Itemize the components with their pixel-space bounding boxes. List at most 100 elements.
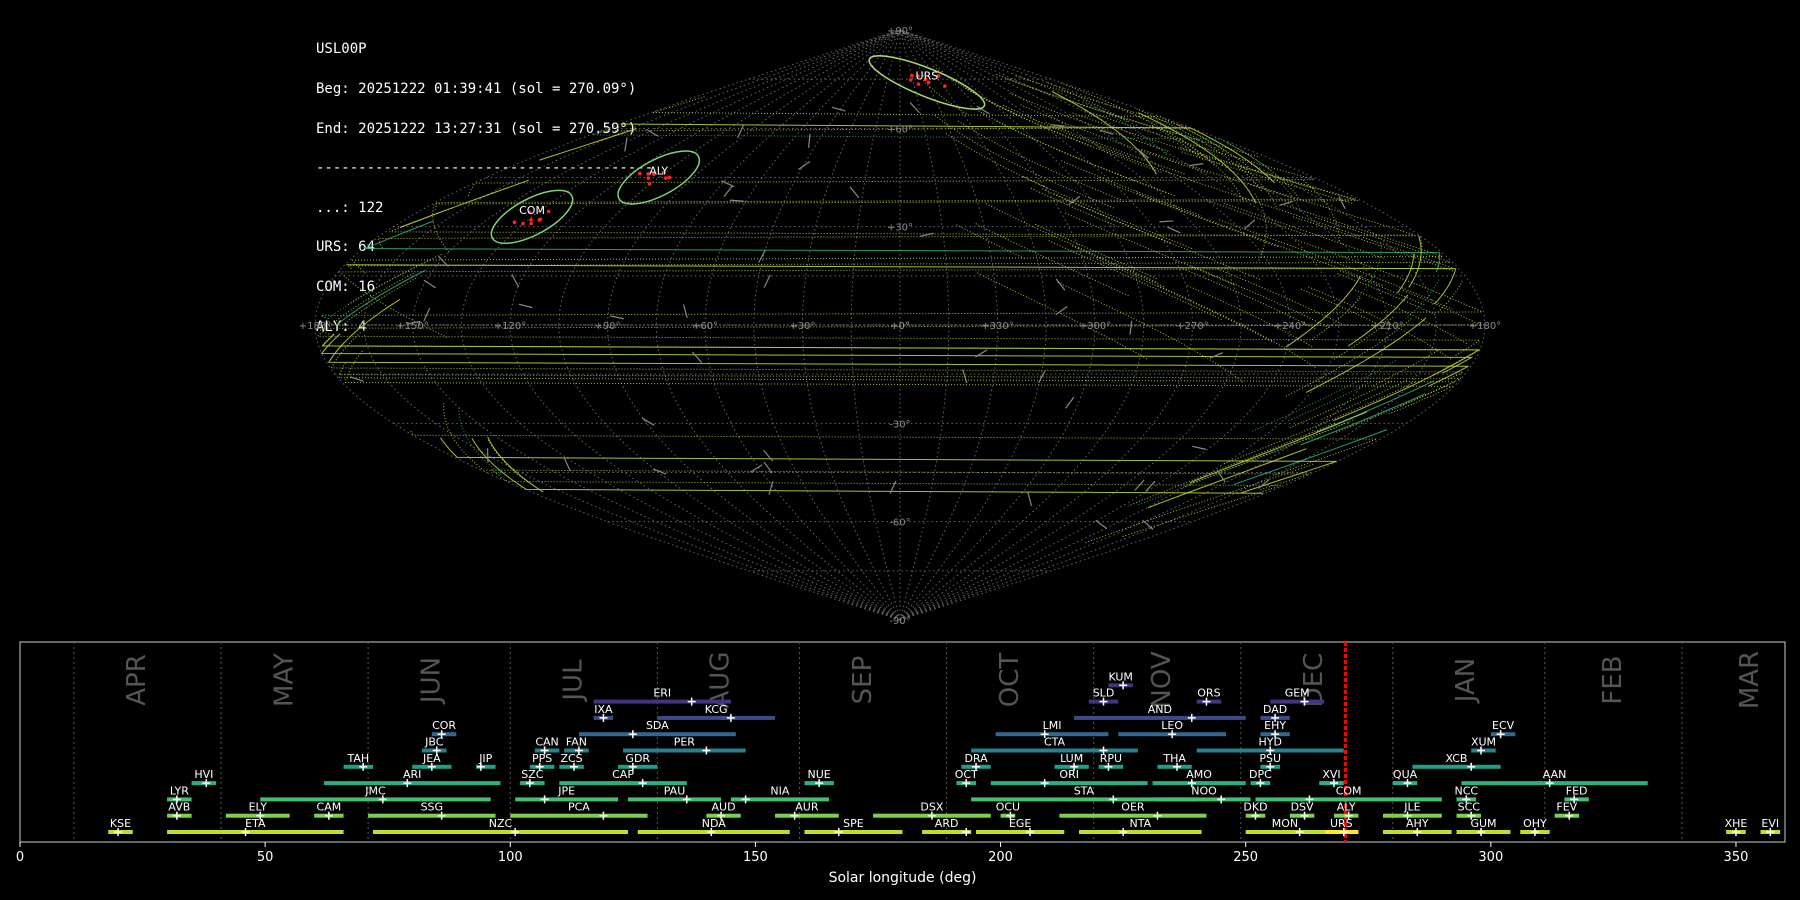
sporadic-meteor	[511, 274, 520, 288]
shower-label: NTA	[1129, 817, 1151, 830]
shower-label: SCC	[1458, 801, 1481, 814]
meteor-cluster-dot	[546, 209, 551, 214]
meteor-trail	[1084, 463, 1314, 544]
shower-label: PER	[674, 736, 696, 749]
lat-tick: -90°	[889, 616, 910, 627]
shower-label: NZC	[489, 817, 513, 830]
lon-tick: +150°	[396, 321, 428, 332]
shower-label: JBC	[424, 736, 444, 749]
shower-bar-amo	[1152, 781, 1246, 786]
sporadic-meteor	[831, 106, 846, 112]
shower-bar-jbc	[422, 748, 447, 753]
sporadic-meteor	[610, 315, 625, 320]
shower-label: FAN	[566, 736, 587, 749]
sporadic-meteor	[1209, 352, 1224, 359]
lon-tick: +330°	[981, 321, 1013, 332]
meteor-trail	[1060, 82, 1215, 166]
meteor-trail	[1437, 280, 1463, 313]
shower-radiants: URS ALY COM	[490, 55, 986, 245]
shower-label: FEV	[1556, 801, 1577, 814]
shower-bar-can	[534, 748, 560, 753]
month-label: DEC	[1299, 653, 1329, 708]
shower-label: ALY	[1337, 801, 1356, 814]
sporadic-meteor	[798, 161, 811, 170]
meteor-trail	[1136, 192, 1385, 287]
meteor-trail	[957, 120, 1122, 201]
meteor-cluster-dot	[916, 82, 921, 86]
shower-label: SSG	[421, 801, 444, 814]
shower-label: TAH	[346, 752, 369, 765]
month-label: MAR	[1735, 651, 1765, 709]
shower-bar-tah	[343, 764, 373, 769]
lon-tick: +0°	[890, 321, 910, 332]
shower-bar-ehy	[1260, 732, 1290, 737]
meteor-trail	[1354, 241, 1382, 302]
shower-bar-xvi	[1319, 781, 1344, 786]
shower-bar-nue	[804, 781, 834, 786]
shower-label: STA	[1074, 784, 1095, 797]
shower-label: AAN	[1543, 768, 1567, 781]
shower-label: PAU	[664, 784, 686, 797]
shower-bar-xcb	[1412, 764, 1501, 769]
shower-bar-nda	[637, 830, 790, 834]
shower-bar-hvi	[191, 781, 217, 786]
shower-label: GDR	[625, 752, 650, 765]
meteor-trail	[945, 132, 1048, 189]
shower-label: CTA	[1044, 736, 1066, 749]
shower-bar-dkd	[1245, 813, 1266, 818]
shower-label: XCB	[1446, 752, 1468, 765]
shower-label: DSV	[1291, 801, 1314, 814]
shower-bar-ard	[922, 830, 972, 834]
meteor-trail	[985, 203, 1159, 284]
shower-label: ETA	[245, 817, 266, 830]
meteor-cluster-dot	[537, 218, 542, 222]
shower-bar-ncc	[1456, 797, 1477, 802]
shower-bar-pps	[529, 764, 555, 769]
shower-label: AND	[1148, 703, 1172, 716]
month-label: NOV	[1147, 651, 1177, 708]
meteor-trail	[1187, 285, 1314, 348]
shower-bar-fed	[1564, 797, 1589, 802]
lat-tick: +60°	[887, 124, 913, 135]
meteor-trail	[970, 105, 1176, 197]
month-label: AUG	[706, 652, 736, 709]
shower-bar-gem	[1270, 699, 1325, 704]
shower-bar-jip	[475, 764, 496, 769]
meteor-trail	[1408, 236, 1422, 288]
meteor-trail	[956, 224, 1026, 260]
month-label: JUN	[416, 657, 446, 705]
shower-label: EVI	[1761, 817, 1779, 830]
shower-label: DPC	[1249, 768, 1272, 781]
shower-bar-eta	[167, 830, 344, 834]
lon-tick: +180°	[1469, 321, 1501, 332]
radiant-label: URS	[916, 69, 939, 82]
lon-tick: +210°	[1371, 321, 1403, 332]
shower-label: LEO	[1161, 719, 1183, 732]
shower-bar-sda	[578, 732, 736, 737]
shower-bar-ahy	[1382, 830, 1452, 834]
sporadic-meteor	[1055, 278, 1066, 291]
shower-bar-psu	[1260, 764, 1281, 769]
sporadic-meteor	[729, 199, 744, 202]
meteor-trail	[1405, 279, 1440, 320]
sporadic-meteor	[423, 279, 437, 289]
sporadic-meteor	[1338, 196, 1346, 210]
shower-label: JLE	[1403, 801, 1420, 814]
meteor-trail	[1061, 160, 1202, 217]
x-tick-label: 50	[257, 850, 274, 865]
meteor-trail	[1217, 268, 1342, 325]
shower-bar-dsv	[1289, 813, 1315, 818]
lat-tick: -60°	[889, 518, 910, 529]
month-label: OCT	[995, 653, 1025, 708]
shower-label: COM	[1336, 784, 1362, 797]
shower-label: ARD	[935, 817, 959, 830]
shower-label: ORS	[1197, 687, 1220, 700]
sporadic-meteor	[692, 351, 703, 363]
shower-label: OCT	[955, 768, 978, 781]
shower-bar-aud	[706, 813, 741, 818]
meteor-trail	[458, 407, 502, 475]
shower-bar-cap	[559, 781, 687, 786]
shower-bar-urs	[1324, 830, 1359, 834]
meteor-trail	[1183, 419, 1354, 488]
shower-label: QUA	[1393, 768, 1418, 781]
